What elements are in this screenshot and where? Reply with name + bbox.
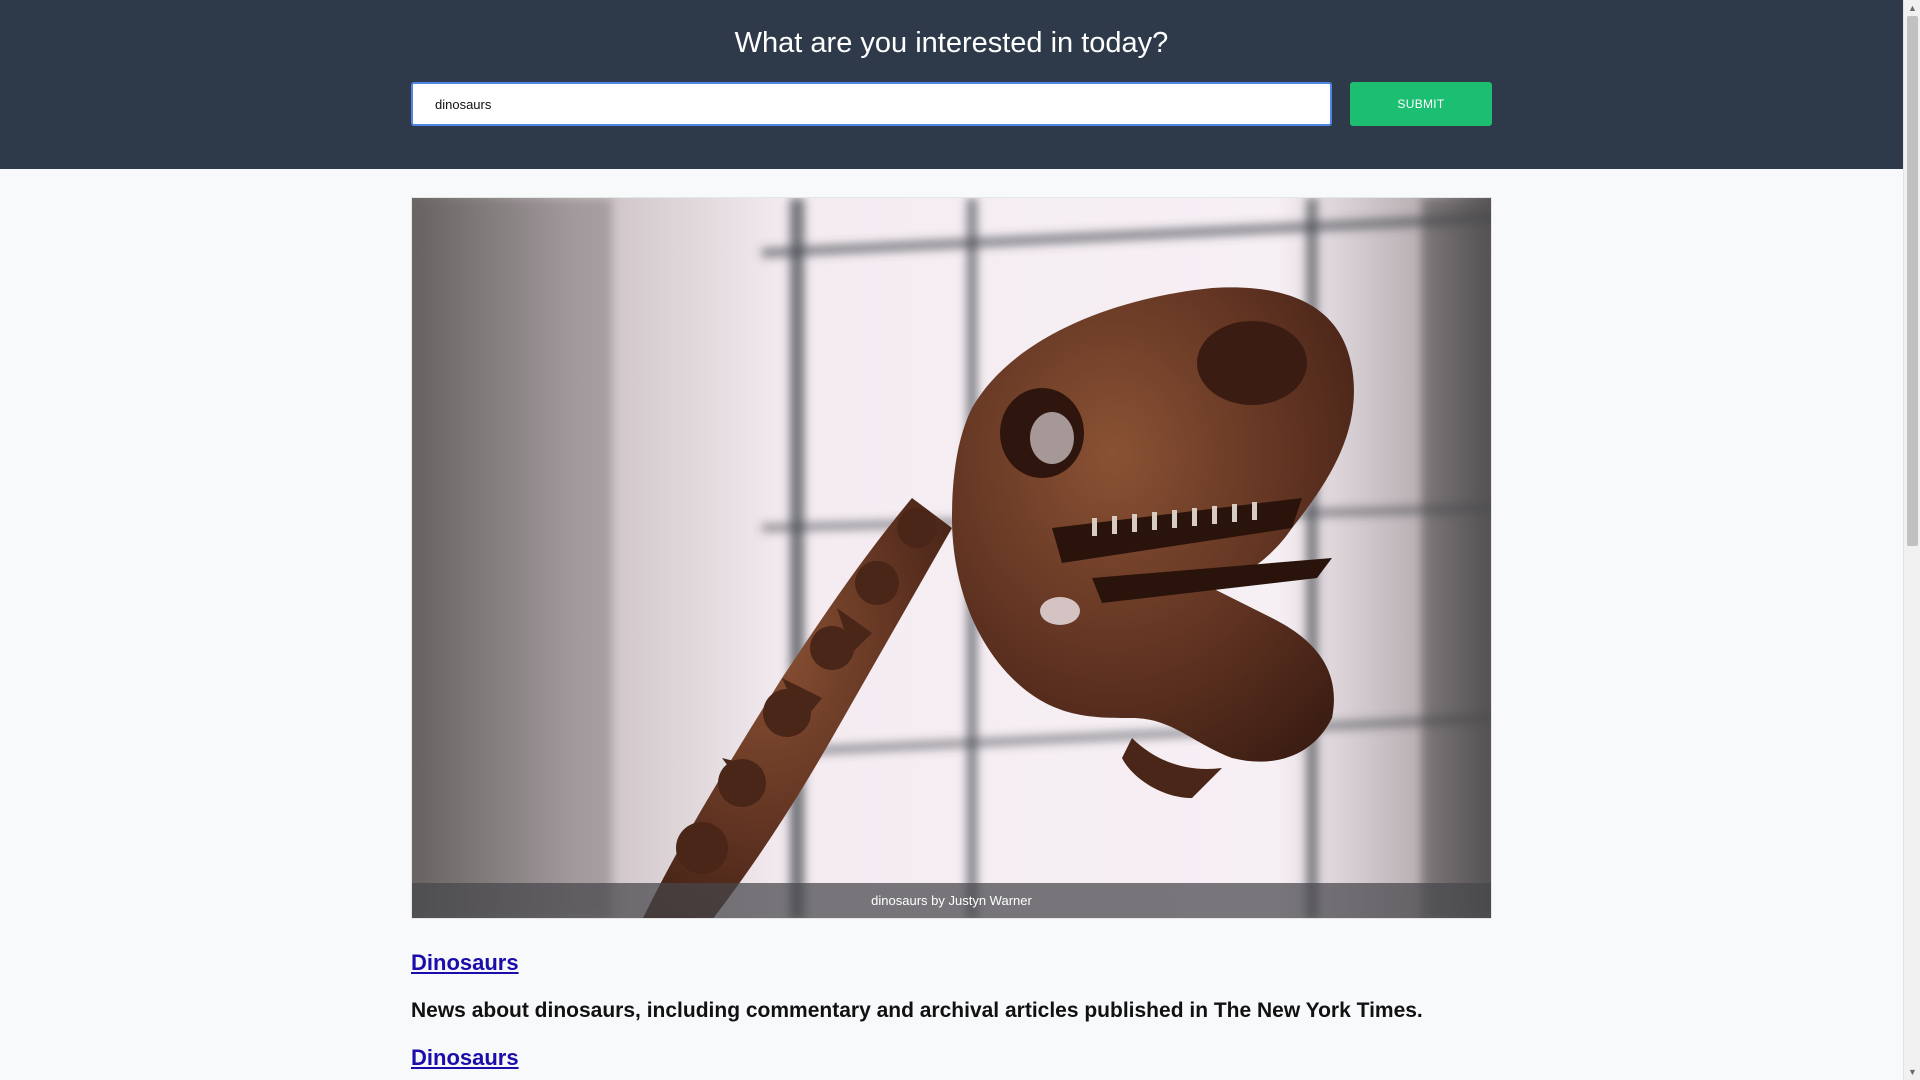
page: What are you interested in today? SUBMIT: [0, 0, 1903, 1080]
hero-image: dinosaurs by Justyn Warner: [411, 197, 1492, 919]
image-caption: dinosaurs by Justyn Warner: [412, 883, 1491, 918]
dinosaur-skeleton-image: [412, 198, 1491, 918]
result-link-dinosaurs[interactable]: Dinosaurs: [411, 948, 1492, 978]
submit-button[interactable]: SUBMIT: [1350, 82, 1492, 126]
scrollbar-thumb[interactable]: [1907, 16, 1918, 546]
scroll-down-icon[interactable]: ▼: [1904, 1064, 1920, 1080]
vertical-scrollbar[interactable]: ▲ ▼: [1903, 0, 1920, 1080]
results-list: Dinosaurs News about dinosaurs, includin…: [411, 948, 1492, 1073]
scroll-up-icon[interactable]: ▲: [1904, 0, 1920, 16]
result-description: News about dinosaurs, including commenta…: [411, 999, 1423, 1022]
page-title: What are you interested in today?: [734, 27, 1169, 59]
search-header: What are you interested in today? SUBMIT: [0, 0, 1903, 169]
result-link-dinosaurs-2[interactable]: Dinosaurs: [411, 1043, 1492, 1073]
search-input[interactable]: [411, 82, 1332, 126]
